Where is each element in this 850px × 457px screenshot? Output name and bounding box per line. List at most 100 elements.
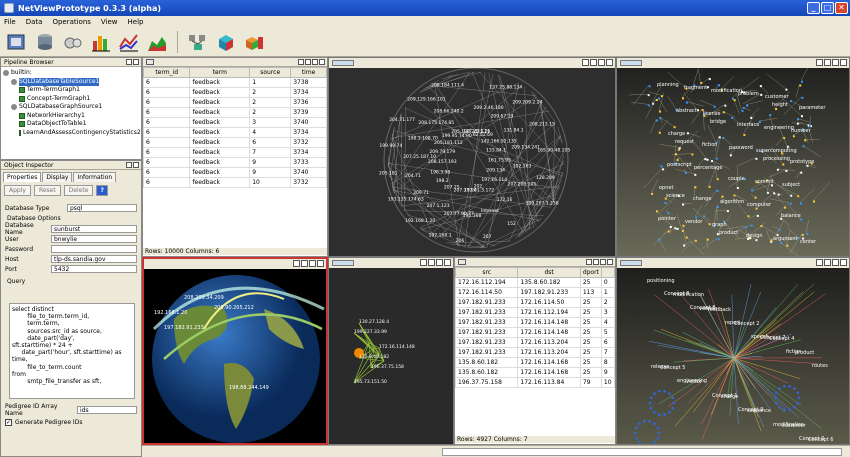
help-button[interactable]: ? (96, 185, 108, 196)
table-row[interactable]: 197.182.91.233 172.16.114.148 25 4 (455, 317, 615, 328)
minimize-button[interactable]: _ (807, 2, 820, 14)
globe-canvas[interactable]: 208.209.34.209 192.168.1.20 209.90.205.212… (144, 269, 326, 445)
column-header[interactable]: term_id (143, 67, 191, 78)
password-field[interactable] (51, 245, 137, 253)
multi-view-button[interactable] (243, 31, 265, 53)
column-header[interactable]: src (455, 267, 519, 278)
table-row[interactable]: 197.182.91.233 172.16.112.194 25 3 (455, 307, 615, 318)
toolbar-separator (177, 30, 178, 53)
table-row[interactable]: 6 feedback 3 3740 (143, 117, 327, 128)
pipeline-button[interactable] (187, 31, 209, 53)
float-icon[interactable] (126, 162, 132, 168)
delete-button[interactable]: Delete (63, 185, 94, 196)
graph-node (729, 154, 732, 157)
graph-node (708, 78, 711, 81)
table-row[interactable]: 135.8.60.182 172.16.114.168 25 9 (455, 367, 615, 378)
word-graph-canvas[interactable]: planning bridge processing science product he… (617, 68, 850, 257)
table-row[interactable]: 197.182.91.233 172.16.114.50 25 2 (455, 297, 615, 308)
table-row[interactable]: 6 feedback 9 3740 (143, 167, 327, 178)
column-header[interactable]: source (249, 67, 292, 78)
concept-graph-canvas[interactable]: positioningfeedbackConcept 4Concept 5cha… (617, 268, 850, 445)
ip-network-view[interactable]: 130.27.128.4 199.227.33.99 172.16.114.148 1… (328, 257, 454, 445)
close-icon[interactable] (133, 162, 139, 168)
table-row[interactable]: 196.37.75.158 172.16.113.84 79 10 (455, 377, 615, 388)
tree-item[interactable]: DataObjectToTable1 (3, 120, 139, 129)
user-field[interactable]: bnwylie (51, 235, 137, 243)
query-header[interactable]: Query (1, 276, 141, 287)
column-header[interactable]: term (189, 67, 251, 78)
radial-graph-view[interactable]: 127.25.1.26 209.2.46.180 137.25.88.134 62.5… (328, 57, 616, 257)
table-row[interactable]: 135.8.60.182 172.16.114.168 25 8 (455, 357, 615, 368)
maximize-button[interactable]: □ (821, 2, 834, 14)
tree-item[interactable]: builtin: (3, 69, 139, 78)
port-field[interactable]: 5432 (51, 265, 137, 273)
line-chart-button[interactable] (118, 31, 140, 53)
table-row[interactable]: 6 feedback 7 3734 (143, 147, 327, 158)
bar-chart-button[interactable] (90, 31, 112, 53)
apply-button[interactable]: Apply (4, 185, 31, 196)
table-cell: feedback (189, 147, 251, 158)
tab-display[interactable]: Display (42, 172, 73, 182)
tree-item[interactable]: NetworkHierarchy1 (3, 112, 139, 121)
table-row[interactable]: 197.182.91.233 172.16.113.204 25 6 (455, 337, 615, 348)
database-name-field[interactable]: sunburst (51, 225, 137, 233)
table-row[interactable]: 6 feedback 2 3734 (143, 87, 327, 98)
table-row[interactable]: 197.182.91.233 172.16.114.148 25 5 (455, 327, 615, 338)
menu-data[interactable]: Data (26, 18, 43, 26)
tree-item[interactable]: Term-TermGraph1 (3, 86, 139, 95)
menu-operations[interactable]: Operations (52, 18, 90, 26)
table-row[interactable]: 172.16.114.50 197.182.91.233 113 1 (455, 287, 615, 298)
column-header[interactable]: dst (517, 267, 581, 278)
tree-item[interactable]: Concept-TermGraph1 (3, 95, 139, 104)
table-row[interactable]: 6 feedback 9 3733 (143, 157, 327, 168)
term-graph-view[interactable]: planning bridge processing science product he… (616, 57, 850, 257)
float-icon[interactable] (126, 59, 132, 65)
close-button[interactable]: ✕ (835, 2, 848, 14)
query-textarea[interactable]: select distinct file_to_term.term_id, te… (9, 303, 135, 399)
table-cell: feedback (189, 117, 251, 128)
graph-node (694, 186, 697, 189)
menu-help[interactable]: Help (128, 18, 144, 26)
horizontal-scrollbar[interactable] (442, 448, 842, 456)
pedigree-field[interactable]: ids (77, 406, 137, 414)
menu-view[interactable]: View (101, 18, 118, 26)
area-chart-button[interactable] (146, 31, 168, 53)
column-header[interactable]: time (290, 67, 327, 78)
table-row[interactable]: 6 feedback 10 3732 (143, 177, 327, 188)
menu-file[interactable]: File (4, 18, 16, 26)
tab-information[interactable]: Information (73, 172, 117, 182)
concept-graph-view[interactable]: positioning feedback Concept 4 Concept 5 cha… (616, 257, 850, 445)
open-file-button[interactable] (6, 31, 28, 53)
tree-item[interactable]: SQLDatabaseTableSource1 (3, 77, 139, 86)
node-label: 207.203.105 (508, 182, 537, 188)
graph-node (672, 401, 676, 405)
ip-network-canvas[interactable]: 130.27.128.4 199.227.33.99 172.16.114.148 1… (329, 268, 454, 445)
column-header[interactable]: dport (579, 267, 602, 278)
table-row[interactable]: 6 feedback 2 3736 (143, 97, 327, 108)
database-button[interactable] (34, 31, 56, 53)
graph-node (706, 238, 709, 241)
table-row[interactable]: 6 feedback 4 3734 (143, 127, 327, 138)
table-row[interactable]: 6 feedback 2 3739 (143, 107, 327, 118)
tree-item[interactable]: LearnAndAssessContingencyStatistics2 (3, 129, 141, 138)
table-row[interactable]: 172.16.112.194 135.8.60.182 25 0 (455, 277, 615, 288)
node-label: 142.166.92.135 (481, 138, 517, 144)
db-type-select[interactable]: psql (67, 204, 137, 212)
close-icon[interactable] (133, 59, 139, 65)
term-label: percentage (694, 165, 722, 171)
table-row[interactable]: 6 feedback 1 3738 (143, 77, 327, 88)
tab-properties[interactable]: Properties (3, 172, 42, 182)
table-row[interactable]: 197.182.91.233 172.16.113.204 25 7 (455, 347, 615, 358)
node-label: 196.3.98 (430, 169, 450, 175)
cube-view-button[interactable] (215, 31, 237, 53)
globe-view[interactable]: 208.209.34.209 192.168.1.20 209.90.205.212… (142, 257, 328, 445)
graph-edge (658, 119, 669, 132)
graph-edge (683, 241, 692, 245)
table-row[interactable]: 6 feedback 6 3732 (143, 137, 327, 148)
generate-checkbox[interactable]: ✓ (5, 418, 12, 426)
reset-button[interactable]: Reset (33, 185, 61, 196)
host-field[interactable]: tlp-ds.sandia.gov (51, 255, 137, 263)
connect-button[interactable] (62, 31, 84, 53)
radial-canvas[interactable]: 127.25.1.26209.2.46.180137.25.88.13462.5… (329, 68, 616, 257)
tree-item[interactable]: SQLDatabaseGraphSource1 (3, 103, 139, 112)
